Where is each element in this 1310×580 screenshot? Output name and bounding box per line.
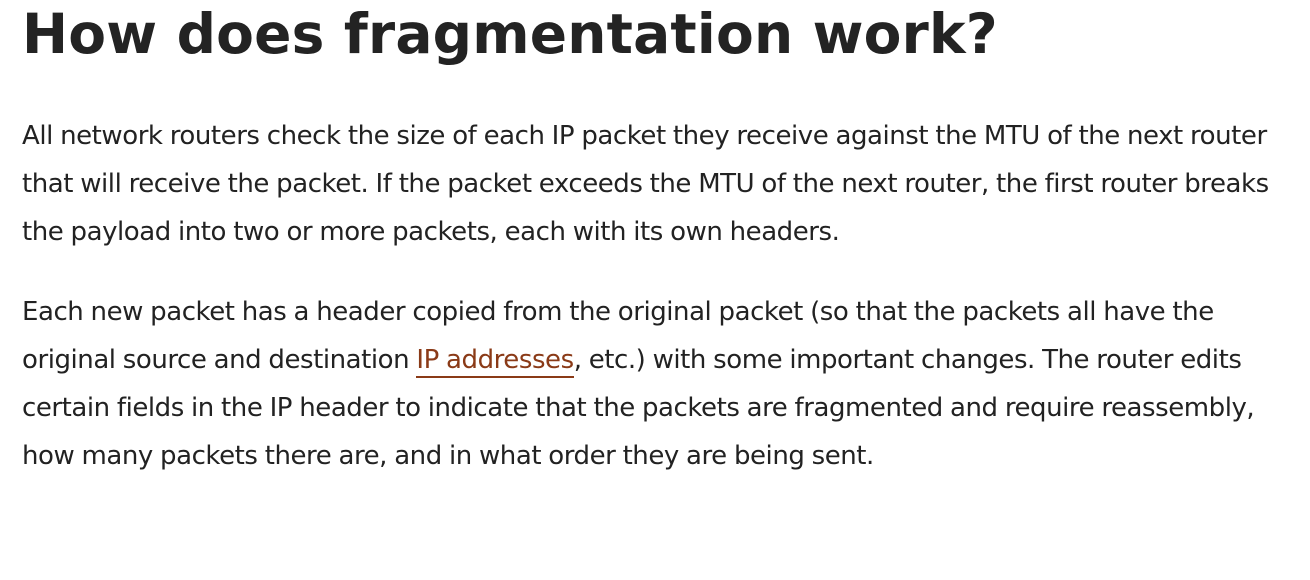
article-content: How does fragmentation work? All network… (22, 0, 1304, 480)
paragraph-router-mtu-check: All network routers check the size of ea… (22, 121, 1269, 247)
paragraph-packet-headers: Each new packet has a header copied from… (22, 288, 1304, 480)
ip-addresses-link[interactable]: IP addresses (416, 345, 574, 378)
page-title: How does fragmentation work? (22, 2, 998, 66)
